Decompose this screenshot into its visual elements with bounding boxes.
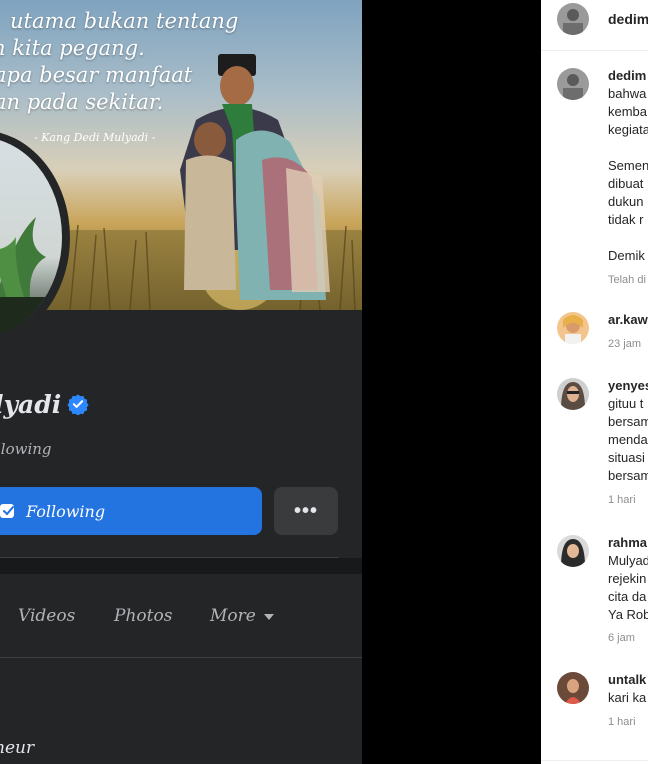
- comment-text: dukun: [608, 194, 644, 209]
- comment-text: Ya Rob: [608, 607, 648, 622]
- profile-name-row: lyadi: [0, 384, 89, 424]
- comment-text: rejekin: [608, 571, 647, 586]
- comment-text: tidak r: [608, 212, 644, 227]
- divider: [0, 657, 362, 658]
- comment-text: kemba: [608, 104, 648, 119]
- section-gap: [0, 558, 362, 574]
- following-button-label: Following: [26, 501, 106, 521]
- caret-down-icon: [263, 613, 274, 620]
- quote-line: n kita pegang.: [0, 36, 145, 60]
- quote-line: an pada sekitar.: [0, 90, 164, 114]
- tab-more[interactable]: More: [210, 606, 274, 626]
- comment-text: bahwa: [608, 86, 647, 101]
- avatar[interactable]: [557, 672, 589, 704]
- comment-text: kari ka: [608, 690, 647, 705]
- more-options-button[interactable]: •••: [274, 487, 338, 535]
- comment-username[interactable]: untalk: [608, 672, 646, 687]
- profile-name: lyadi: [0, 389, 62, 419]
- post-author-username[interactable]: dedimu: [608, 11, 648, 27]
- comment-text: dibuat: [608, 176, 644, 191]
- post-header: dedimu: [541, 0, 648, 51]
- comment-text: cita da: [608, 589, 647, 604]
- following-count[interactable]: llowing: [0, 440, 52, 458]
- comment-timestamp: 6 jam: [608, 632, 635, 644]
- comment-timestamp: 1 hari: [608, 716, 636, 728]
- tab-more-label: More: [210, 606, 256, 626]
- instagram-comments-panel: dedimu dedim bahwa kemba kegiata Semen d…: [541, 0, 648, 764]
- avatar[interactable]: [557, 68, 589, 100]
- facebook-profile-screenshot: utama bukan tentang n kita pegang. apa b…: [0, 0, 362, 764]
- avatar[interactable]: [557, 3, 589, 35]
- comment-timestamp: 1 hari: [608, 494, 636, 506]
- comment-username[interactable]: dedim: [608, 68, 646, 83]
- comment-text: Mulyad: [608, 553, 648, 568]
- following-button[interactable]: Following: [0, 487, 262, 535]
- comment-username[interactable]: ar.kaw: [608, 312, 648, 327]
- comment-username[interactable]: yenyes: [608, 378, 648, 393]
- comment-text: menda: [608, 432, 648, 447]
- quote-line: utama bukan tentang: [10, 9, 239, 33]
- avatar[interactable]: [557, 378, 589, 410]
- comment-text: Semen: [608, 158, 648, 173]
- cover-quote: utama bukan tentang n kita pegang. apa b…: [0, 8, 239, 116]
- quote-line: apa besar manfaat: [0, 63, 193, 87]
- avatar[interactable]: [557, 312, 589, 344]
- comment-timestamp: Telah di: [608, 274, 646, 286]
- comment-text: bersam: [608, 414, 648, 429]
- tab-videos[interactable]: Videos: [18, 606, 75, 626]
- comment-text: Demik: [608, 248, 645, 263]
- comment-timestamp: 23 jam: [608, 338, 642, 350]
- comment-username[interactable]: rahma: [608, 535, 647, 550]
- divider: [541, 760, 648, 761]
- comment-text: situasi: [608, 450, 645, 465]
- avatar[interactable]: [557, 535, 589, 567]
- verified-badge-icon: [67, 394, 89, 415]
- following-check-icon: [0, 504, 14, 518]
- intro-text: neur: [0, 738, 35, 758]
- comment-text: gituu t: [608, 396, 644, 411]
- quote-author: - Kang Dedi Mulyadi -: [34, 131, 156, 144]
- profile-tabs: Videos Photos More: [0, 574, 362, 658]
- comment-text: bersam: [608, 468, 648, 483]
- comment-text: kegiata: [608, 122, 648, 137]
- tab-photos[interactable]: Photos: [114, 606, 172, 626]
